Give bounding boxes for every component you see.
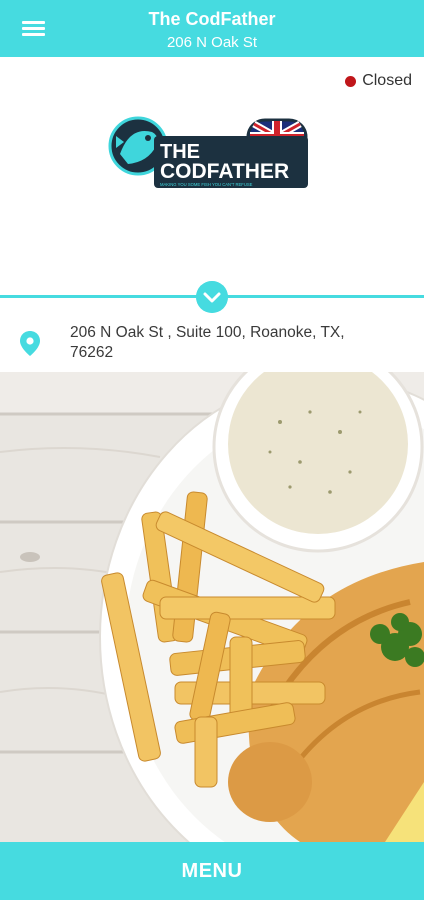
restaurant-address[interactable]: 206 N Oak St , Suite 100, Roanoke, TX, 7… bbox=[70, 323, 390, 363]
logo-line2: CODFATHER bbox=[160, 160, 289, 183]
location-pin-icon bbox=[20, 331, 40, 356]
status-dot-icon bbox=[345, 75, 357, 87]
status-label: Closed bbox=[362, 72, 412, 89]
menu-button[interactable]: MENU bbox=[0, 842, 424, 900]
logo-tagline: MAKING YOU SOME FISH YOU CAN'T REFUSE bbox=[160, 182, 253, 187]
codfather-logo: THE CODFATHER MAKING YOU SOME FISH YOU C… bbox=[108, 116, 308, 188]
open-status-badge: Closed bbox=[345, 72, 412, 90]
restaurant-title: The CodFather bbox=[148, 9, 276, 29]
menu-button-label: MENU bbox=[181, 859, 243, 882]
restaurant-subtitle: 206 N Oak St bbox=[166, 34, 258, 51]
fish-and-chips-photo bbox=[0, 372, 424, 842]
chevron-down-icon[interactable] bbox=[196, 281, 228, 313]
top-app-bar: The CodFather 206 N Oak St bbox=[0, 0, 424, 57]
